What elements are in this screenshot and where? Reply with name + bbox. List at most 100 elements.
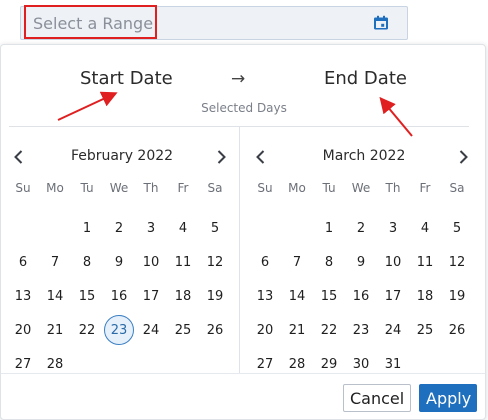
month-title: March 2022 [322, 148, 406, 164]
day-cell[interactable]: 5 [200, 213, 230, 243]
day-cell[interactable]: 11 [168, 247, 198, 277]
apply-button[interactable]: Apply [419, 384, 477, 412]
day-cell[interactable]: 13 [8, 281, 38, 311]
day-cell[interactable]: 14 [282, 281, 312, 311]
day-cell[interactable]: 10 [378, 247, 408, 277]
empty-cell [409, 347, 441, 381]
chevron-right-icon[interactable] [453, 147, 473, 167]
day-grid: Su Mo Tu We Th Fr Sa 1 2 3 4 5 6 7 8 9 10 11 12 13 14 15 16 17 1… [249, 177, 473, 381]
day-cell[interactable]: 21 [40, 315, 70, 345]
day-cell[interactable]: 2 [104, 213, 134, 243]
day-cell[interactable]: 28 [40, 349, 70, 379]
day-cell[interactable]: 17 [378, 281, 408, 311]
day-cell[interactable]: 4 [168, 213, 198, 243]
calendar-march: March 2022 Su Mo Tu We Th Fr Sa 1 2 3 4 5 6 7 8 9 10 11 12… [249, 127, 479, 373]
day-cell[interactable]: 24 [378, 315, 408, 345]
weekday-header: Tu [80, 181, 94, 195]
day-cell[interactable]: 6 [8, 247, 38, 277]
day-cell[interactable]: 8 [72, 247, 102, 277]
month-title: February 2022 [70, 148, 174, 164]
cancel-button[interactable]: Cancel [343, 384, 411, 412]
day-cell-today[interactable]: 23 [104, 315, 134, 345]
day-cell[interactable]: 14 [40, 281, 70, 311]
day-cell[interactable]: 22 [72, 315, 102, 345]
day-cell[interactable]: 31 [378, 349, 408, 379]
day-cell[interactable]: 12 [200, 247, 230, 277]
day-cell[interactable]: 25 [168, 315, 198, 345]
range-input-placeholder: Select a Range [33, 14, 154, 33]
day-cell[interactable]: 20 [250, 315, 280, 345]
day-cell[interactable]: 18 [168, 281, 198, 311]
day-cell[interactable]: 30 [346, 349, 376, 379]
day-cell[interactable]: 16 [104, 281, 134, 311]
calendar-icon[interactable] [373, 15, 389, 31]
empty-cell [281, 211, 313, 245]
weekday-header: We [351, 181, 371, 195]
day-cell[interactable]: 7 [40, 247, 70, 277]
day-cell[interactable]: 1 [314, 213, 344, 243]
empty-cell [167, 347, 199, 381]
empty-cell [199, 347, 231, 381]
day-cell[interactable]: 3 [136, 213, 166, 243]
selected-days-label: Selected Days [201, 101, 287, 115]
weekday-header: Su [257, 181, 273, 195]
day-cell[interactable]: 13 [250, 281, 280, 311]
day-cell[interactable]: 12 [442, 247, 472, 277]
date-range-popup: Start Date → End Date Selected Days Febr… [0, 44, 486, 420]
weekday-header: Tu [322, 181, 336, 195]
weekday-header: Th [385, 181, 401, 195]
weekday-header: Fr [419, 181, 431, 195]
day-cell[interactable]: 20 [8, 315, 38, 345]
day-cell[interactable]: 22 [314, 315, 344, 345]
calendar-divider [239, 127, 240, 373]
day-cell[interactable]: 9 [346, 247, 376, 277]
empty-cell [135, 347, 167, 381]
weekday-header: Mo [46, 181, 64, 195]
day-cell[interactable]: 7 [282, 247, 312, 277]
day-cell[interactable]: 26 [200, 315, 230, 345]
day-cell[interactable]: 28 [282, 349, 312, 379]
empty-cell [7, 211, 39, 245]
weekday-header: Sa [207, 181, 223, 195]
date-range-input[interactable]: Select a Range [20, 6, 408, 40]
day-cell[interactable]: 19 [442, 281, 472, 311]
calendar-february: February 2022 Su Mo Tu We Th Fr Sa 1 2 3 4 5 6 7 8 9 10 1… [7, 127, 237, 373]
day-cell[interactable]: 21 [282, 315, 312, 345]
day-cell[interactable]: 23 [346, 315, 376, 345]
day-cell[interactable]: 29 [314, 349, 344, 379]
day-cell[interactable]: 27 [250, 349, 280, 379]
day-cell[interactable]: 6 [250, 247, 280, 277]
day-cell[interactable]: 15 [314, 281, 344, 311]
weekday-header: Fr [177, 181, 189, 195]
day-cell[interactable]: 16 [346, 281, 376, 311]
day-cell[interactable]: 3 [378, 213, 408, 243]
empty-cell [441, 347, 473, 381]
day-cell[interactable]: 26 [442, 315, 472, 345]
empty-cell [249, 211, 281, 245]
weekday-header: Mo [288, 181, 306, 195]
day-cell[interactable]: 15 [72, 281, 102, 311]
day-cell[interactable]: 19 [200, 281, 230, 311]
day-cell[interactable]: 8 [314, 247, 344, 277]
empty-cell [39, 211, 71, 245]
day-cell[interactable]: 10 [136, 247, 166, 277]
day-cell[interactable]: 27 [8, 349, 38, 379]
day-cell[interactable]: 18 [410, 281, 440, 311]
chevron-right-icon[interactable] [211, 147, 231, 167]
weekday-header: Sa [449, 181, 465, 195]
day-cell[interactable]: 24 [136, 315, 166, 345]
day-cell[interactable]: 9 [104, 247, 134, 277]
day-cell[interactable]: 2 [346, 213, 376, 243]
day-cell[interactable]: 25 [410, 315, 440, 345]
day-cell[interactable]: 17 [136, 281, 166, 311]
day-grid: Su Mo Tu We Th Fr Sa 1 2 3 4 5 6 7 8 9 10 11 12 13 14 15 16 17 1… [7, 177, 231, 381]
range-arrow: → [231, 69, 246, 89]
day-cell[interactable]: 11 [410, 247, 440, 277]
day-cell[interactable]: 5 [442, 213, 472, 243]
start-date-label: Start Date [80, 68, 173, 89]
empty-cell [103, 347, 135, 381]
empty-cell [71, 347, 103, 381]
day-cell[interactable]: 4 [410, 213, 440, 243]
day-cell[interactable]: 1 [72, 213, 102, 243]
weekday-header: Th [143, 181, 159, 195]
